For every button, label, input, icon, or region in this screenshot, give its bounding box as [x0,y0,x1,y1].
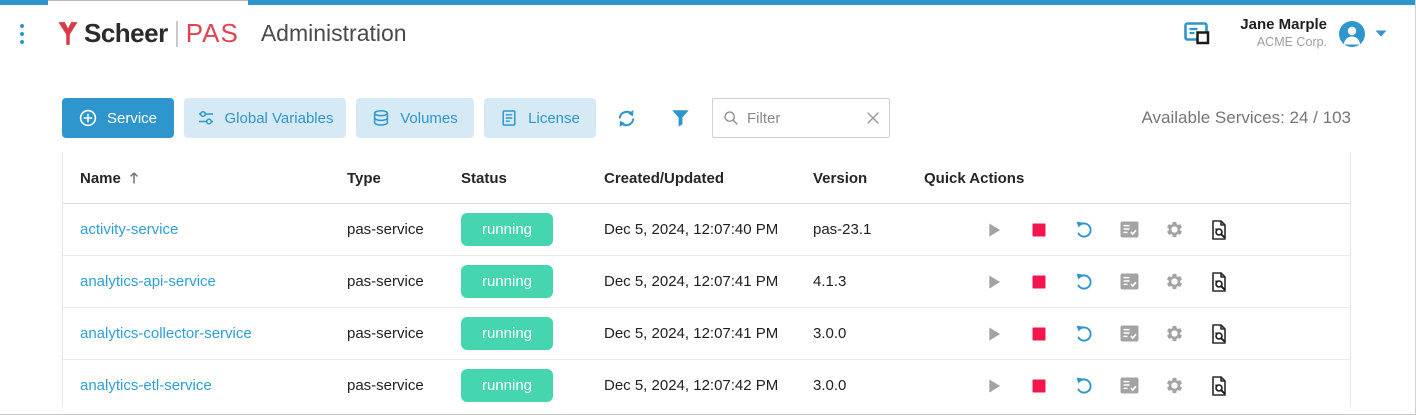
services-table: Name Type Status Created/Updated Version… [62,153,1351,412]
service-name-link[interactable]: analytics-etl-service [80,377,212,394]
filter-input[interactable] [747,110,867,127]
scheer-logo-mark-icon [58,21,78,46]
user-organization: ACME Corp. [1240,35,1327,51]
created-updated: Dec 5, 2024, 12:07:41 PM [604,273,813,290]
service-name-link[interactable]: analytics-api-service [80,273,216,290]
gear-icon[interactable] [1164,220,1184,240]
brand-scheer-text: Scheer [84,18,168,49]
tab-volumes[interactable]: Volumes [356,98,474,138]
tab-service[interactable]: Service [62,98,174,138]
service-name-link[interactable]: analytics-collector-service [80,325,252,342]
task-log-icon[interactable] [1119,272,1139,292]
service-type: pas-service [347,325,461,342]
brand-logo: Scheer PAS [58,18,239,49]
tab-service-label: Service [107,110,157,127]
search-icon [723,110,739,126]
service-type: pas-service [347,377,461,394]
avatar[interactable] [1339,21,1365,47]
stop-icon[interactable] [1029,376,1049,396]
created-updated: Dec 5, 2024, 12:07:41 PM [604,325,813,342]
restart-icon[interactable] [1074,220,1094,240]
stop-icon[interactable] [1029,220,1049,240]
filter-search-box [712,98,890,138]
gear-icon[interactable] [1164,376,1184,396]
service-version: 4.1.3 [813,273,924,290]
status-badge: running [461,265,553,298]
tab-license-label: License [528,110,580,127]
restart-icon[interactable] [1074,272,1094,292]
header-right: Jane Marple ACME Corp. [1184,16,1387,50]
log-panel-icon[interactable] [1184,22,1214,46]
play-icon[interactable] [984,376,1004,396]
column-header-version: Version [813,170,924,187]
column-header-type: Type [347,170,461,187]
tune-icon [197,109,215,127]
chevron-down-icon[interactable] [1375,30,1387,37]
stop-icon[interactable] [1029,324,1049,344]
brand-separator [176,21,178,47]
task-log-icon[interactable] [1119,376,1139,396]
quick-actions [924,220,1350,240]
toolbar: Service Global Variables Volumes License… [62,98,1351,138]
page-title: Administration [261,20,407,47]
task-log-icon[interactable] [1119,220,1139,240]
status-badge: running [461,369,553,402]
status-badge: running [461,213,553,246]
service-type: pas-service [347,273,461,290]
brand-pas-text: PAS [186,18,239,49]
filter-funnel-icon[interactable] [671,109,690,128]
available-services-count: Available Services: 24 / 103 [1142,108,1351,128]
sort-ascending-icon [128,171,140,185]
column-header-created-updated: Created/Updated [604,170,813,187]
table-row: analytics-api-service pas-service runnin… [63,256,1350,308]
created-updated: Dec 5, 2024, 12:07:40 PM [604,221,813,238]
refresh-icon[interactable] [616,108,637,129]
table-header-row: Name Type Status Created/Updated Version… [63,153,1350,204]
play-icon[interactable] [984,324,1004,344]
gear-icon[interactable] [1164,272,1184,292]
column-header-name[interactable]: Name [63,170,347,187]
plus-circle-icon [79,109,97,127]
play-icon[interactable] [984,220,1004,240]
database-icon [372,109,390,127]
tab-global-variables-label: Global Variables [225,110,334,127]
quick-actions [924,324,1350,344]
tab-global-variables[interactable]: Global Variables [184,98,346,138]
kebab-menu-icon[interactable] [16,20,28,48]
service-details-icon[interactable] [1209,220,1229,240]
tab-volumes-label: Volumes [400,110,458,127]
clear-filter-icon[interactable] [867,112,879,124]
top-strip-gap [48,0,248,5]
restart-icon[interactable] [1074,324,1094,344]
service-details-icon[interactable] [1209,376,1229,396]
service-version: 3.0.0 [813,325,924,342]
service-details-icon[interactable] [1209,272,1229,292]
app-header: Scheer PAS Administration Jane Marple AC… [0,5,1415,62]
service-type: pas-service [347,221,461,238]
administration-page: Scheer PAS Administration Jane Marple AC… [0,0,1416,415]
quick-actions [924,376,1350,396]
user-block: Jane Marple ACME Corp. [1240,16,1327,50]
table-row: activity-service pas-service running Dec… [63,204,1350,256]
play-icon[interactable] [984,272,1004,292]
tab-license[interactable]: License [484,98,596,138]
stop-icon[interactable] [1029,272,1049,292]
column-header-quick-actions: Quick Actions [924,170,1350,187]
quick-actions [924,272,1350,292]
created-updated: Dec 5, 2024, 12:07:42 PM [604,377,813,394]
status-badge: running [461,317,553,350]
restart-icon[interactable] [1074,376,1094,396]
table-row: analytics-collector-service pas-service … [63,308,1350,360]
top-accent-strip [0,0,1415,5]
user-name: Jane Marple [1240,16,1327,35]
service-details-icon[interactable] [1209,324,1229,344]
service-version: 3.0.0 [813,377,924,394]
service-name-link[interactable]: activity-service [80,221,178,238]
license-icon [500,109,518,127]
service-version: pas-23.1 [813,221,924,238]
table-row: analytics-etl-service pas-service runnin… [63,360,1350,412]
gear-icon[interactable] [1164,324,1184,344]
column-header-status: Status [461,170,604,187]
task-log-icon[interactable] [1119,324,1139,344]
